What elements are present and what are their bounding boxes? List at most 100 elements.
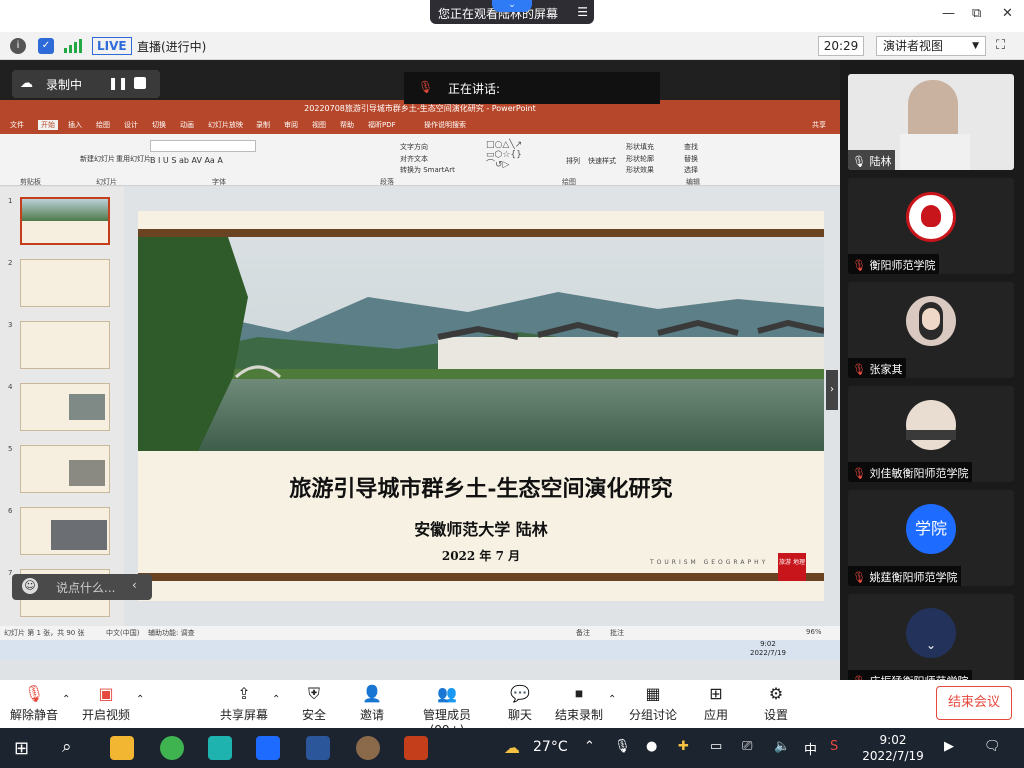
volume-icon[interactable]: 🔈 (774, 739, 790, 754)
weather-temp[interactable]: 27°C (533, 739, 568, 755)
notes-button[interactable]: 备注 (576, 628, 590, 638)
accessibility-status[interactable]: 辅助功能: 调查 (148, 628, 195, 638)
live-badge[interactable]: LIVE (92, 37, 132, 55)
sogou-icon[interactable]: S (830, 739, 838, 754)
search-icon[interactable]: ⌕ (62, 737, 72, 757)
ppt-tab[interactable]: 绘图 (96, 120, 110, 130)
unmute-button[interactable]: 🎙 解除静音 (8, 684, 60, 723)
chevron-down-icon[interactable]: ⌄ (492, 0, 532, 12)
participant-tile[interactable]: 学院 🎙 姚莛衡阳师范学院 (848, 490, 1014, 586)
chevron-up-icon[interactable]: ⌃ (62, 694, 70, 705)
powerpoint-icon[interactable] (404, 736, 428, 760)
app-avatar-icon[interactable] (356, 736, 380, 760)
slide-thumbnail[interactable] (20, 321, 110, 369)
ppt-search[interactable]: 操作说明搜索 (424, 120, 466, 130)
end-meeting-button[interactable]: 结束会议 (936, 686, 1012, 720)
text-direction-button[interactable]: 文字方向 (400, 142, 428, 152)
screen-capture-icon[interactable]: ⎚ (742, 739, 752, 754)
notification-icon[interactable]: 🗨 (984, 739, 1001, 754)
view-mode-select[interactable]: 演讲者视图 ▼ (876, 36, 986, 56)
ppt-tab[interactable]: 切换 (152, 120, 166, 130)
zoom-level[interactable]: 96% (806, 628, 822, 636)
slide-thumbnail[interactable] (20, 259, 110, 307)
ppt-tab[interactable]: 设计 (124, 120, 138, 130)
share-banner[interactable]: 您正在观看陆林的屏幕 ⌄ ☰ (430, 0, 594, 24)
shape-effects-button[interactable]: 形状效果 (626, 165, 654, 175)
info-icon[interactable]: i (10, 38, 26, 54)
slide-thumbnail[interactable] (20, 197, 110, 245)
network-icon[interactable]: ▭ (710, 739, 722, 754)
apps-button[interactable]: ⊞ 应用 (700, 684, 732, 723)
close-button[interactable]: ✕ (1002, 6, 1013, 21)
chevron-left-icon[interactable]: ‹ (132, 578, 137, 592)
ppt-tab[interactable]: 动画 (180, 120, 194, 130)
emoji-icon[interactable]: ☺ (22, 578, 38, 594)
chevron-up-icon[interactable]: ⌃ (584, 739, 595, 754)
fullscreen-icon[interactable]: ⛶ (996, 38, 1005, 53)
slide-thumbnail[interactable] (20, 507, 110, 555)
quick-styles-button[interactable]: 快速样式 (588, 156, 616, 166)
restore-button[interactable]: ⧉ (972, 6, 981, 21)
file-explorer-icon[interactable] (110, 736, 134, 760)
chevron-up-icon[interactable]: ⌃ (136, 694, 144, 705)
participant-tile[interactable]: 🎙 张家其 (848, 282, 1014, 378)
new-slide-button[interactable]: 新建幻灯片 (80, 154, 115, 164)
comments-button[interactable]: 批注 (610, 628, 624, 638)
app-m-icon[interactable] (208, 736, 232, 760)
ppt-tab[interactable]: 开始 (38, 120, 58, 130)
qq-icon[interactable]: ● (646, 739, 657, 754)
participant-tile[interactable]: 🎙 刘佳敏衡阳师范学院 (848, 386, 1014, 482)
shape-outline-button[interactable]: 形状轮廓 (626, 154, 654, 164)
participant-tile[interactable]: 🎙 衡阳师范学院 (848, 178, 1014, 274)
chevron-up-icon[interactable]: ⌃ (608, 694, 616, 705)
select-button[interactable]: 选择 (684, 165, 698, 175)
find-button[interactable]: 查找 (684, 142, 698, 152)
windows-start-icon[interactable]: ⊞ (14, 738, 29, 759)
ppt-share-button[interactable]: 共享 (812, 120, 826, 130)
microphone-icon[interactable]: 🎙 (614, 739, 631, 754)
show-desktop-icon[interactable]: ▶ (944, 739, 954, 754)
ppt-tab[interactable]: 插入 (68, 120, 82, 130)
slide-thumbnail[interactable] (20, 445, 110, 493)
menu-icon[interactable]: ☰ (577, 5, 588, 19)
taskbar-clock[interactable]: 9:02 2022/7/19 (858, 732, 928, 764)
stop-recording-button[interactable] (134, 77, 146, 89)
breakout-rooms-button[interactable]: ▦ 分组讨论 (628, 684, 678, 723)
strip-collapse-button[interactable]: › (826, 370, 838, 410)
signal-icon[interactable] (64, 39, 82, 56)
share-screen-button[interactable]: ⇪ 共享屏幕 (218, 684, 270, 723)
slide-thumbnail[interactable] (20, 383, 110, 431)
chat-button[interactable]: 💬 聊天 (502, 684, 538, 723)
minimize-button[interactable]: — (942, 6, 955, 21)
chevron-up-icon[interactable]: ⌃ (272, 694, 280, 705)
start-video-button[interactable]: ▣ 开启视频 (80, 684, 132, 723)
participant-tile[interactable]: 🎙 陆林 (848, 74, 1014, 170)
ppt-tab[interactable]: 视图 (312, 120, 326, 130)
tencent-meeting-icon[interactable] (256, 736, 280, 760)
pause-recording-button[interactable]: ❚❚ (108, 76, 128, 90)
stop-recording-toolbar-button[interactable]: ⏹ 结束录制 (554, 684, 604, 723)
font-name-box[interactable] (150, 140, 256, 152)
chevron-down-icon[interactable]: ⌄ (926, 638, 936, 652)
ppt-tab[interactable]: 文件 (10, 120, 24, 130)
browser-icon[interactable] (160, 736, 184, 760)
align-text-button[interactable]: 对齐文本 (400, 154, 428, 164)
ppt-tab[interactable]: 录制 (256, 120, 270, 130)
add-icon[interactable]: ✚ (678, 739, 689, 754)
arrange-button[interactable]: 排列 (566, 156, 580, 166)
invite-button[interactable]: 👤 邀请 (354, 684, 390, 723)
security-button[interactable]: ⛨ 安全 (296, 684, 332, 723)
shapes-gallery[interactable]: □○△╲↗ ▭⬡☆{} ⌒↺▷ (486, 140, 562, 170)
word-icon[interactable] (306, 736, 330, 760)
font-format-buttons[interactable]: B I U S ab AV Aa A (150, 156, 290, 166)
shield-icon[interactable]: ✓ (38, 38, 54, 54)
ppt-tab[interactable]: 幻灯片放映 (208, 120, 243, 130)
reuse-slide-button[interactable]: 重用幻灯片 (116, 154, 151, 164)
ppt-tab[interactable]: 福昕PDF (368, 120, 396, 130)
chat-input[interactable]: ☺ 说点什么... ‹ (12, 574, 152, 600)
smartart-button[interactable]: 转换为 SmartArt (400, 165, 455, 175)
participant-tile[interactable]: ⌄ 🎙 庄振猛衡阳师范学院 (848, 594, 1014, 690)
shape-fill-button[interactable]: 形状填充 (626, 142, 654, 152)
replace-button[interactable]: 替换 (684, 154, 698, 164)
settings-button[interactable]: ⚙ 设置 (760, 684, 792, 723)
